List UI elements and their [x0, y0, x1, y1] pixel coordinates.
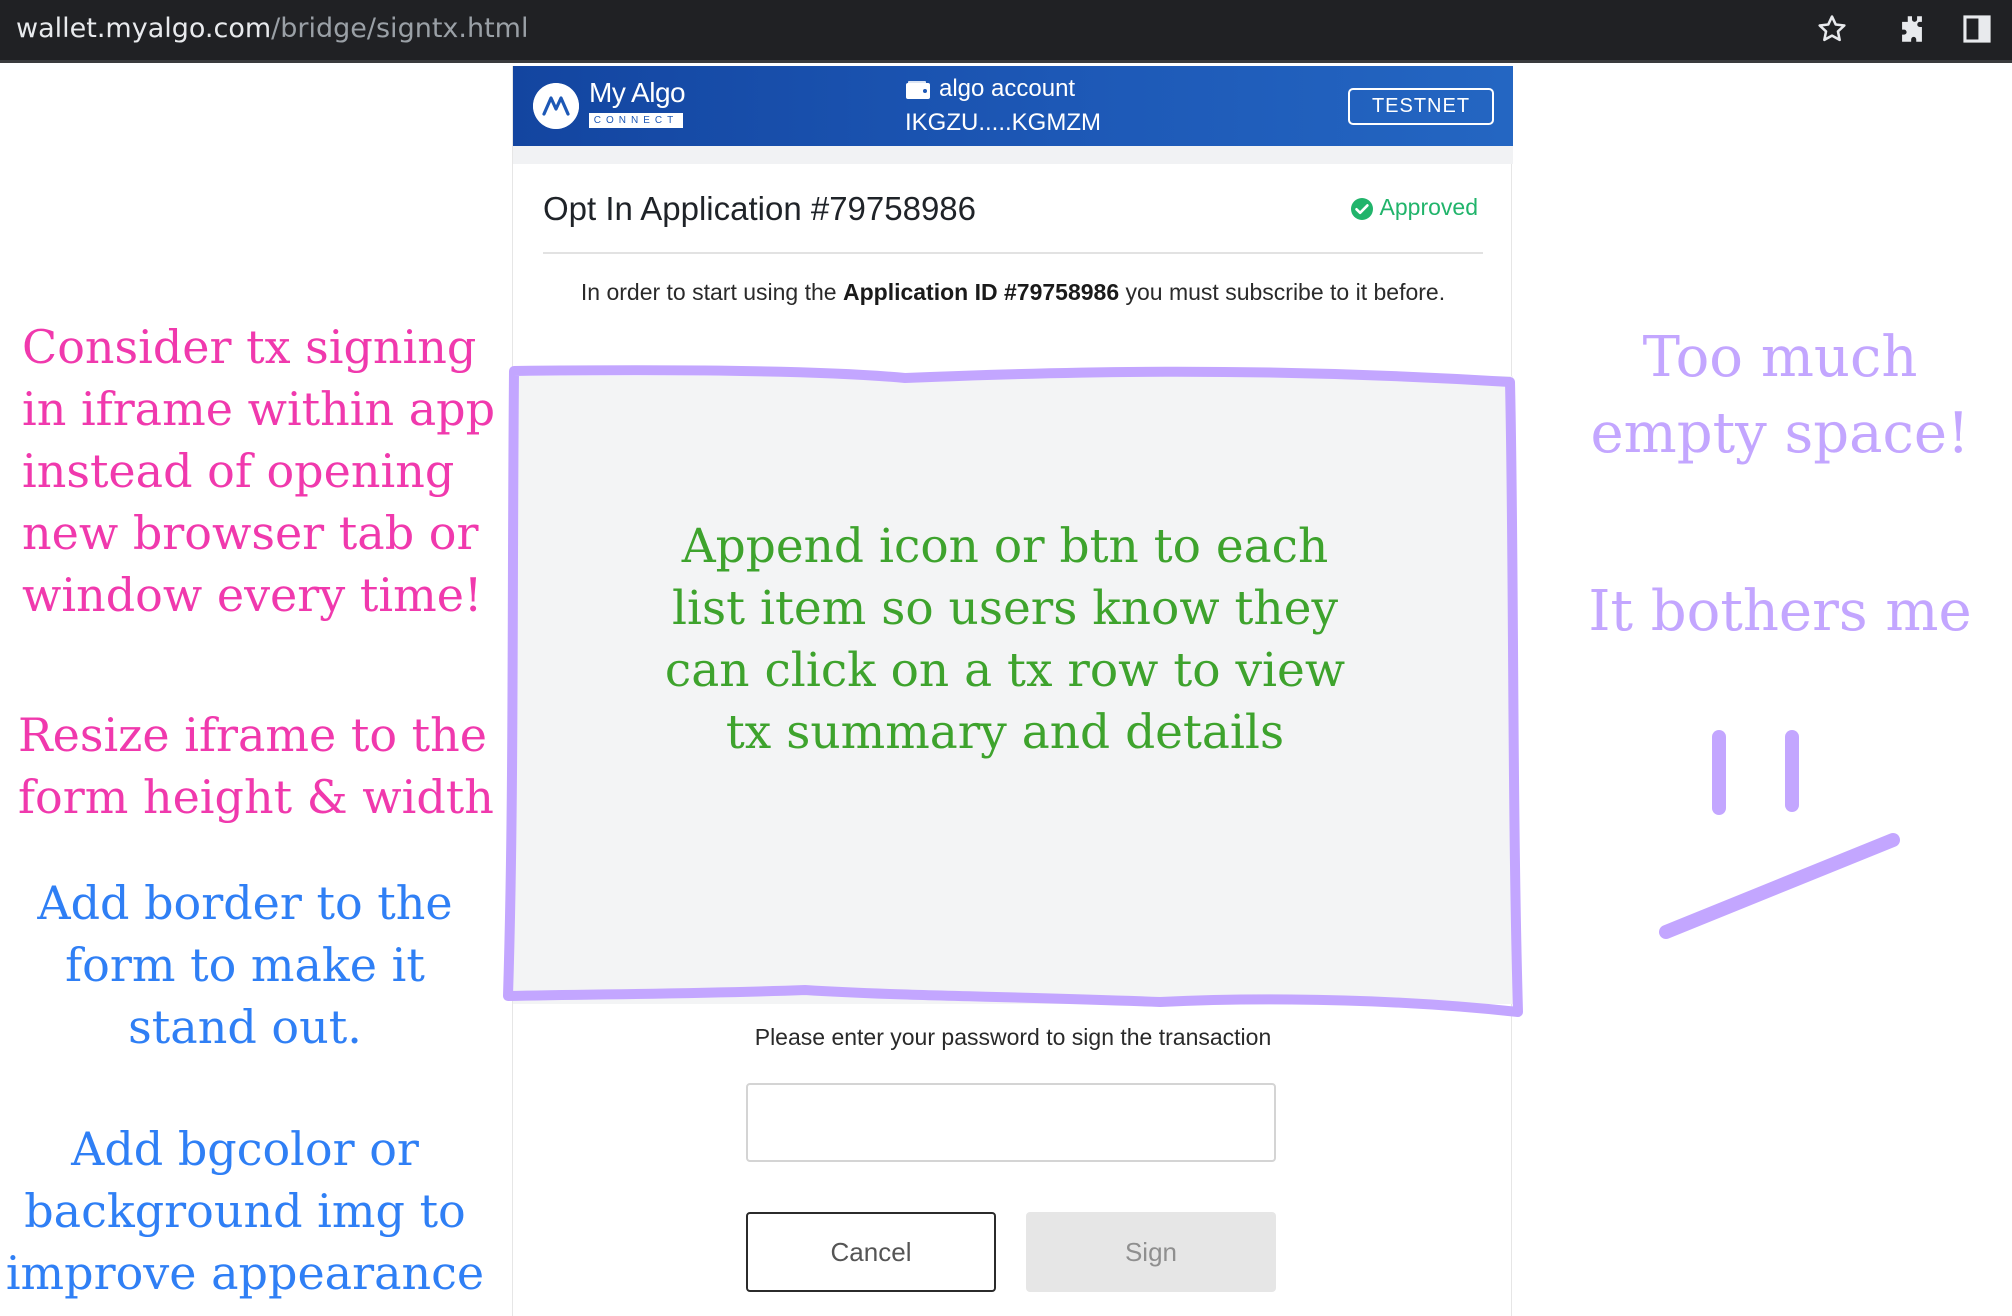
face-mouth	[1659, 833, 1900, 939]
note-append-icon: Append icon or btn to each list item so …	[600, 516, 1410, 764]
note-line: instead of opening	[22, 444, 455, 498]
description-text-end: you must subscribe to it before.	[1119, 279, 1446, 305]
cancel-button[interactable]: Cancel	[746, 1212, 996, 1292]
header-divider-strip	[513, 146, 1513, 164]
note-line: Consider tx signing	[22, 320, 477, 374]
logo-subtitle: CONNECT	[589, 113, 683, 128]
password-input[interactable]	[746, 1083, 1276, 1162]
password-label: Please enter your password to sign the t…	[754, 1024, 1272, 1050]
note-line: new browser tab or	[22, 506, 479, 560]
status-text: Approved	[1379, 194, 1478, 220]
note-empty-space: Too much empty space!	[1560, 320, 2000, 472]
logo-text: My Algo	[589, 77, 686, 108]
note-line: window every time!	[22, 568, 483, 622]
url-host: wallet.myalgo.com	[16, 13, 272, 44]
note-add-background: Add bgcolor or background img to improve…	[0, 1118, 490, 1304]
account-address: IKGZU.....KGMZM	[905, 109, 1101, 136]
note-line: empty space!	[1590, 401, 1970, 466]
note-line: Add bgcolor or	[71, 1122, 419, 1176]
account-name-row: algo account	[905, 72, 1165, 106]
note-line: tx summary and details	[725, 705, 1285, 760]
note-line: form to make it	[65, 938, 425, 992]
url-path: /bridge/signtx.html	[271, 13, 529, 44]
account-info: algo account IKGZU.....KGMZM	[905, 72, 1165, 140]
sidebar-icon[interactable]	[1960, 12, 1994, 46]
note-line: in iframe within app	[22, 382, 496, 436]
browser-address-bar: wallet.myalgo.com/bridge/signtx.html	[0, 0, 2012, 63]
check-circle-icon	[1350, 197, 1373, 220]
transaction-description: In order to start using the Application …	[543, 274, 1483, 310]
note-line: list item so users know they	[671, 581, 1339, 636]
note-line: stand out.	[128, 1000, 362, 1054]
url-field[interactable]: wallet.myalgo.com/bridge/signtx.html	[16, 10, 528, 48]
note-line: Append icon or btn to each	[681, 519, 1329, 574]
puzzle-icon[interactable]	[1895, 12, 1929, 46]
note-add-border: Add border to the form to make it stand …	[0, 872, 490, 1058]
account-label: algo account	[939, 75, 1076, 102]
note-line: background img to	[24, 1184, 466, 1238]
note-line: Resize iframe to the	[18, 708, 488, 762]
network-badge[interactable]: TESTNET	[1348, 88, 1494, 125]
sign-button[interactable]: Sign	[1026, 1212, 1276, 1292]
note-line: Too much	[1642, 325, 1918, 390]
description-app-id: Application ID #79758986	[842, 279, 1120, 305]
star-icon[interactable]	[1815, 12, 1849, 46]
title-separator	[543, 252, 1483, 254]
myalgo-logo-icon	[533, 83, 579, 129]
note-line: form height & width	[18, 770, 494, 824]
note-resize-iframe: Resize iframe to the form height & width	[18, 704, 494, 828]
screenshot: wallet.myalgo.com/bridge/signtx.html My …	[0, 0, 2012, 1316]
transaction-title: Opt In Application #79758986	[543, 190, 977, 227]
note-it-bothers-me: It bothers me	[1588, 579, 1972, 644]
note-line: improve appearance	[5, 1246, 485, 1300]
status-badge: Approved	[1350, 194, 1478, 221]
note-iframe-signing: Consider tx signing in iframe within app…	[22, 316, 495, 626]
wallet-icon	[906, 81, 930, 99]
wallet-header: My Algo CONNECT algo account IKGZU.....K…	[513, 66, 1513, 146]
description-text-start: In order to start using the	[580, 279, 843, 305]
note-line: can click on a tx row to view	[664, 643, 1346, 698]
note-line: Add border to the	[37, 876, 453, 930]
